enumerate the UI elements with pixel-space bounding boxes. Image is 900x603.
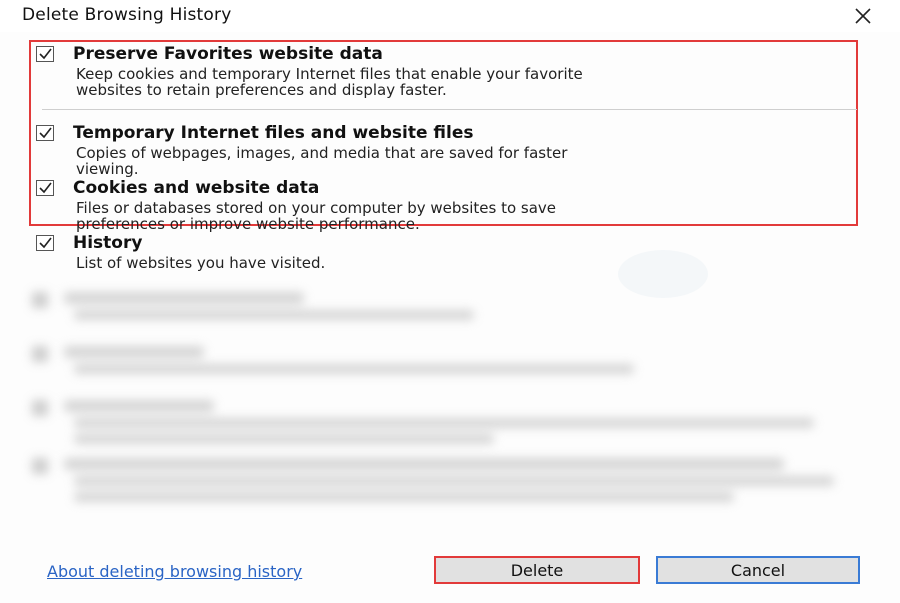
option-description: Files or databases stored on your comput… [76,200,856,232]
dialog-title: Delete Browsing History [22,5,232,25]
option-label: Temporary Internet files and website fil… [73,123,474,143]
blurred-text [74,492,734,502]
close-button[interactable] [848,2,878,30]
blurred-text [64,400,214,412]
preserve-favorites-checkbox[interactable] [36,46,54,62]
description-line: Files or databases stored on your comput… [76,199,557,217]
option-label: History [73,233,143,253]
checkmark-icon [39,127,52,139]
blurred-text [74,418,814,428]
description-line: Keep cookies and temporary Internet file… [76,65,583,83]
close-icon [855,8,871,24]
checkmark-icon [39,237,52,249]
delete-browsing-history-dialog: Delete Browsing History Preserve Favorit… [0,0,900,603]
delete-button[interactable]: Delete [434,556,640,584]
option-description: Keep cookies and temporary Internet file… [76,66,856,98]
option-label: Preserve Favorites website data [73,44,383,64]
description-line: websites to retain preferences and displ… [76,81,447,99]
blurred-text [74,364,634,374]
option-description: Copies of webpages, images, and media th… [76,145,856,177]
option-description: List of websites you have visited. [76,255,856,271]
checkmark-icon [39,48,52,60]
description-line: List of websites you have visited. [76,254,326,272]
cancel-button[interactable]: Cancel [656,556,860,584]
blurred-text [64,458,784,470]
blurred-text [64,292,304,304]
blurred-text [74,434,494,444]
blurred-options-area [24,280,874,530]
blurred-text [64,346,204,358]
history-checkbox[interactable] [36,235,54,251]
separator-line [42,109,857,110]
blurred-checkbox [32,458,48,474]
blurred-checkbox [32,346,48,362]
blurred-text [74,310,474,320]
title-bar: Delete Browsing History [0,0,900,32]
about-deleting-history-link[interactable]: About deleting browsing history [47,562,302,581]
checkmark-icon [39,182,52,194]
temporary-files-checkbox[interactable] [36,125,54,141]
blurred-checkbox [32,292,48,308]
blurred-checkbox [32,400,48,416]
description-line: viewing. [76,160,139,178]
option-label: Cookies and website data [73,178,320,198]
cookies-checkbox[interactable] [36,180,54,196]
blurred-text [74,476,834,486]
description-line: Copies of webpages, images, and media th… [76,144,568,162]
description-line: preferences or improve website performan… [76,215,420,233]
